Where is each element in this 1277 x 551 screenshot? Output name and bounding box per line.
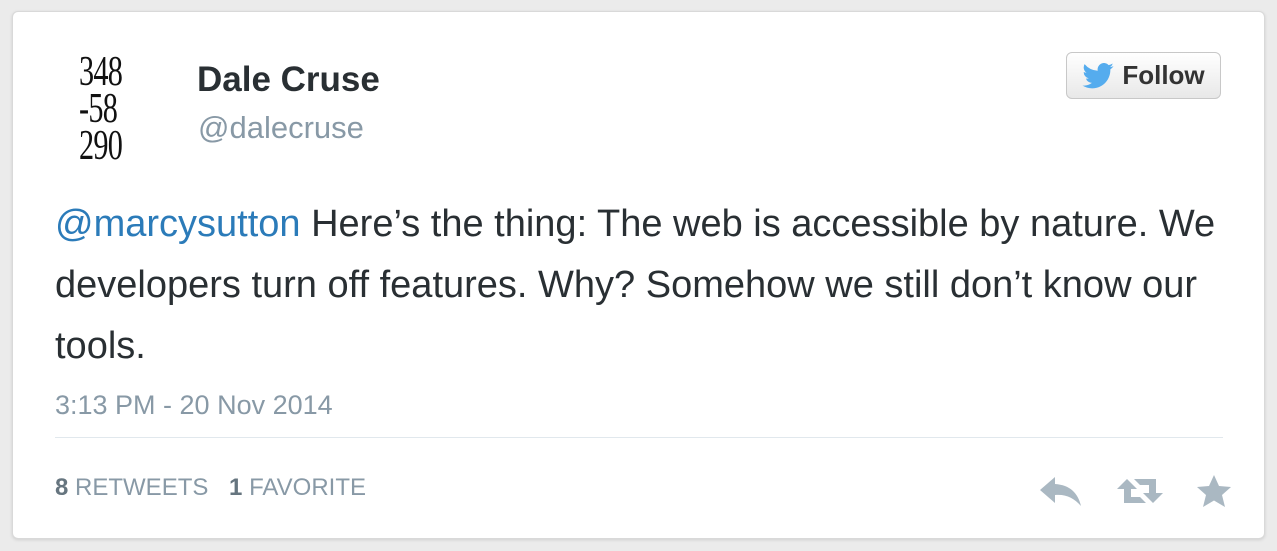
twitter-bird-icon [1082,62,1114,88]
avatar[interactable]: 348 -58 290 [79,51,134,172]
avatar-line-3: 290 [79,123,123,169]
tweet-text: @marcysutton Here’s the thing: The web i… [55,194,1235,377]
star-icon[interactable] [1195,473,1233,514]
author-handle[interactable]: @dalecruse [198,110,364,146]
follow-label: Follow [1122,60,1205,90]
retweet-count[interactable]: 8 [55,474,68,501]
reply-icon[interactable] [1038,473,1084,514]
tweet-actions [1038,469,1233,517]
retweet-label[interactable]: RETWEETS [75,474,208,501]
favorite-count[interactable]: 1 [229,474,242,501]
divider [55,437,1223,438]
retweet-icon[interactable] [1115,473,1165,514]
tweet-card: 348 -58 290 Dale Cruse @dalecruse Follow… [12,11,1265,539]
mention-link[interactable]: @marcysutton [55,203,301,245]
timestamp[interactable]: 3:13 PM - 20 Nov 2014 [55,390,333,421]
favorite-label[interactable]: FAVORITE [249,474,366,501]
follow-button[interactable]: Follow [1066,52,1221,99]
author-name[interactable]: Dale Cruse [197,60,380,100]
tweet-stats: 8 RETWEETS 1 FAVORITE [55,474,366,502]
